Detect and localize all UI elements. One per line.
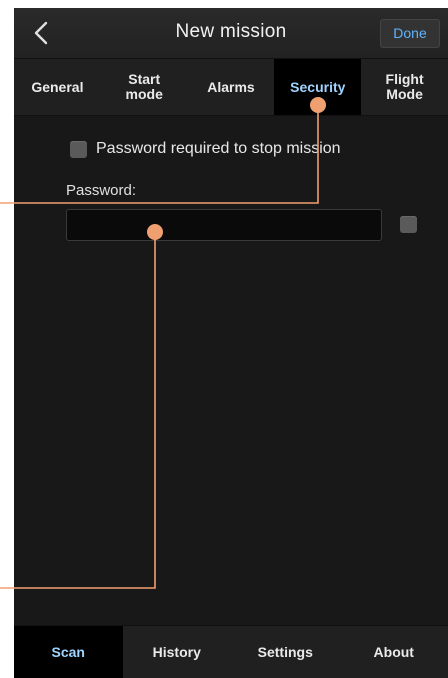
bottom-nav: Scan History Settings About	[14, 625, 448, 678]
tab-general[interactable]: General	[14, 59, 101, 115]
nav-scan[interactable]: Scan	[14, 626, 123, 678]
nav-settings[interactable]: Settings	[231, 626, 340, 678]
show-password-checkbox[interactable]	[400, 216, 417, 233]
tab-flight-mode[interactable]: Flight Mode	[361, 59, 448, 115]
done-button[interactable]: Done	[380, 19, 440, 48]
app-screen: New mission Done General Start mode Alar…	[14, 8, 448, 678]
tab-security[interactable]: Security	[274, 59, 362, 115]
nav-about[interactable]: About	[340, 626, 448, 678]
tab-alarms[interactable]: Alarms	[188, 59, 275, 115]
nav-history[interactable]: History	[123, 626, 232, 678]
security-panel: Password required to stop mission Passwo…	[14, 116, 448, 626]
require-password-checkbox[interactable]	[70, 141, 87, 158]
tab-bar: General Start mode Alarms Security Fligh…	[14, 59, 448, 116]
require-password-label: Password required to stop mission	[96, 140, 341, 157]
title-bar: New mission Done	[14, 8, 448, 59]
tab-start-mode[interactable]: Start mode	[101, 59, 188, 115]
password-input[interactable]	[66, 209, 382, 241]
password-label: Password:	[66, 182, 137, 199]
